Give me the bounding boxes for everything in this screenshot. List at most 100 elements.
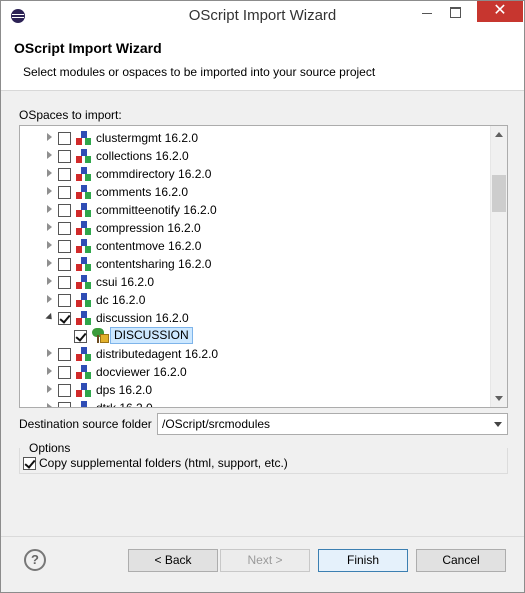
tree-item-label[interactable]: dtrk 16.2.0 (96, 401, 153, 407)
chevron-right-icon[interactable] (46, 259, 54, 269)
chevron-right-icon[interactable] (46, 367, 54, 377)
tree-row[interactable]: contentsharing 16.2.0 (20, 255, 490, 273)
tree-item-label[interactable]: compression 16.2.0 (96, 221, 201, 235)
tree-row[interactable]: clustermgmt 16.2.0 (20, 129, 490, 147)
chevron-down-icon[interactable] (46, 313, 54, 323)
help-button[interactable]: ? (24, 549, 46, 571)
tree-row[interactable]: comments 16.2.0 (20, 183, 490, 201)
tree-item-checkbox[interactable] (58, 222, 71, 235)
tree-item-label[interactable]: docviewer 16.2.0 (96, 365, 187, 379)
tree-item-label[interactable]: committeenotify 16.2.0 (96, 203, 217, 217)
tree-child-row[interactable]: DISCUSSION (20, 327, 490, 345)
tree-item-checkbox[interactable] (58, 204, 71, 217)
chevron-right-icon[interactable] (46, 205, 54, 215)
tree-row[interactable]: committeenotify 16.2.0 (20, 201, 490, 219)
tree-item-checkbox[interactable] (58, 348, 71, 361)
tree-item-checkbox[interactable] (58, 294, 71, 307)
wizard-banner: OScript Import Wizard Select modules or … (1, 31, 524, 91)
ospace-icon (76, 274, 92, 290)
tree-row[interactable]: distributedagent 16.2.0 (20, 345, 490, 363)
tree-item-checkbox[interactable] (58, 168, 71, 181)
ospace-icon (76, 256, 92, 272)
footer-separator (1, 536, 524, 537)
ospaces-label: OSpaces to import: (19, 108, 122, 122)
tree-item-checkbox[interactable] (58, 402, 71, 407)
destination-label: Destination source folder (19, 417, 152, 431)
tree-row[interactable]: compression 16.2.0 (20, 219, 490, 237)
tree-item-checkbox[interactable] (58, 186, 71, 199)
copy-supplemental-label[interactable]: Copy supplemental folders (html, support… (39, 456, 288, 470)
options-title: Options (28, 441, 72, 455)
tree-item-label[interactable]: dps 16.2.0 (96, 383, 152, 397)
tree-row[interactable]: docviewer 16.2.0 (20, 363, 490, 381)
tree-item-label[interactable]: csui 16.2.0 (96, 275, 154, 289)
tree-item-label[interactable]: comments 16.2.0 (96, 185, 188, 199)
chevron-right-icon[interactable] (46, 403, 54, 407)
tree-item-checkbox[interactable] (58, 366, 71, 379)
destination-folder-value: /OScript/srcmodules (162, 417, 271, 431)
tree-row[interactable]: dps 16.2.0 (20, 381, 490, 399)
ospace-icon (76, 382, 92, 398)
chevron-right-icon[interactable] (46, 349, 54, 359)
tree-item-label[interactable]: contentmove 16.2.0 (96, 239, 201, 253)
ospace-icon (76, 346, 92, 362)
maximize-button[interactable] (441, 1, 469, 23)
tree-item-checkbox[interactable] (58, 150, 71, 163)
copy-supplemental-checkbox[interactable] (23, 457, 36, 470)
ospace-icon (76, 202, 92, 218)
tree-row[interactable]: contentmove 16.2.0 (20, 237, 490, 255)
tree-scrollbar[interactable] (490, 126, 507, 407)
ospace-icon (76, 166, 92, 182)
tree-item-label[interactable]: contentsharing 16.2.0 (96, 257, 211, 271)
tree-item-label[interactable]: commdirectory 16.2.0 (96, 167, 211, 181)
ospace-icon (76, 238, 92, 254)
ospace-icon (76, 220, 92, 236)
back-button[interactable]: < Back (128, 549, 218, 572)
tree-item-label[interactable]: distributedagent 16.2.0 (96, 347, 218, 361)
chevron-right-icon[interactable] (46, 223, 54, 233)
scrollbar-thumb[interactable] (492, 175, 506, 212)
tree-item-label[interactable]: collections 16.2.0 (96, 149, 189, 163)
tree-item-checkbox[interactable] (58, 240, 71, 253)
next-button[interactable]: Next > (220, 549, 310, 572)
chevron-right-icon[interactable] (46, 385, 54, 395)
tree-row[interactable]: discussion 16.2.0 (20, 309, 490, 327)
scroll-down-arrow-icon[interactable] (491, 390, 507, 407)
tree-item-label[interactable]: dc 16.2.0 (96, 293, 145, 307)
chevron-right-icon[interactable] (46, 277, 54, 287)
tree-item-label[interactable]: discussion 16.2.0 (96, 311, 189, 325)
tree-item-checkbox[interactable] (58, 132, 71, 145)
close-button[interactable]: ✕ (477, 1, 523, 22)
ospace-icon (76, 184, 92, 200)
chevron-right-icon[interactable] (46, 133, 54, 143)
chevron-right-icon[interactable] (46, 241, 54, 251)
tree-row[interactable]: csui 16.2.0 (20, 273, 490, 291)
tree-row[interactable]: dtrk 16.2.0 (20, 399, 490, 407)
ospace-icon (76, 364, 92, 380)
finish-button[interactable]: Finish (318, 549, 408, 572)
tree-row[interactable]: commdirectory 16.2.0 (20, 165, 490, 183)
chevron-right-icon[interactable] (46, 151, 54, 161)
chevron-right-icon[interactable] (46, 295, 54, 305)
scroll-up-arrow-icon[interactable] (491, 126, 507, 143)
minimize-button[interactable] (413, 1, 441, 23)
chevron-right-icon[interactable] (46, 187, 54, 197)
tree-item-checkbox[interactable] (58, 276, 71, 289)
tree-row[interactable]: dc 16.2.0 (20, 291, 490, 309)
cancel-button[interactable]: Cancel (416, 549, 506, 572)
destination-folder-combo[interactable]: /OScript/srcmodules (157, 413, 508, 435)
ospace-icon (76, 130, 92, 146)
tree-item-checkbox[interactable] (74, 330, 87, 343)
tree-item-label[interactable]: clustermgmt 16.2.0 (96, 131, 198, 145)
tree-item-checkbox[interactable] (58, 384, 71, 397)
chevron-down-icon[interactable] (494, 422, 503, 428)
tree-item-checkbox[interactable] (58, 258, 71, 271)
tree-row[interactable]: collections 16.2.0 (20, 147, 490, 165)
title-bar[interactable]: OScript Import Wizard ✕ (1, 1, 524, 31)
ospace-icon (76, 292, 92, 308)
ospace-icon (76, 400, 92, 407)
chevron-right-icon[interactable] (46, 169, 54, 179)
tree-item-label[interactable]: DISCUSSION (110, 327, 193, 344)
tree-item-checkbox[interactable] (58, 312, 71, 325)
ospaces-tree[interactable]: clustermgmt 16.2.0 collections 16.2.0 comm… (19, 125, 508, 408)
